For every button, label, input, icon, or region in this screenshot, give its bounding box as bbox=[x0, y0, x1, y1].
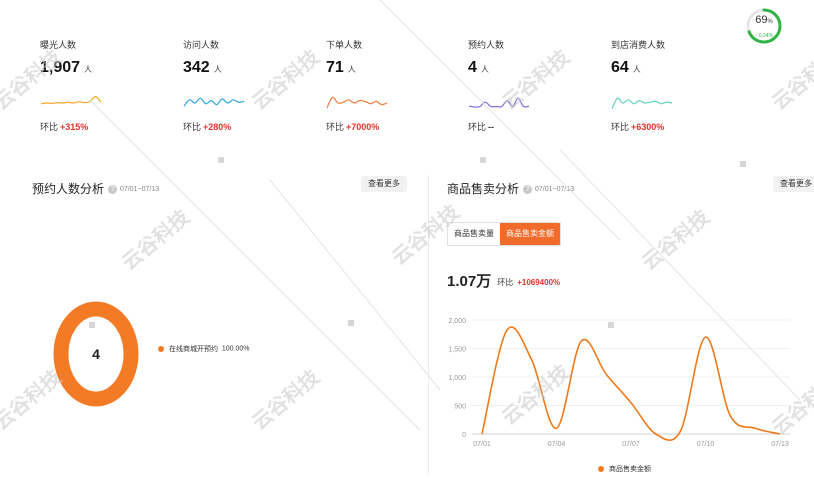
x-tick-label: 07/01 bbox=[473, 441, 491, 448]
legend-dot bbox=[598, 466, 604, 472]
booking-panel-title: 预约人数分析? 07/01~07/13 bbox=[32, 182, 160, 196]
y-tick-label: 500 bbox=[454, 404, 466, 411]
sparkline-path bbox=[611, 97, 673, 109]
sparkline-path bbox=[326, 96, 388, 109]
x-tick-label: 07/04 bbox=[548, 441, 566, 448]
booking-more-button[interactable]: 查看更多 bbox=[361, 176, 407, 192]
y-tick-label: 1,000 bbox=[448, 375, 466, 382]
sparkline bbox=[468, 97, 530, 108]
stat-card-bookings[interactable]: 预约人数 4人 环比 -- bbox=[468, 38, 588, 132]
y-tick-label: 0 bbox=[462, 432, 466, 439]
help-icon[interactable]: ? bbox=[108, 185, 118, 195]
sparkline bbox=[183, 97, 245, 107]
stat-label: 访问人数 bbox=[183, 40, 220, 50]
stat-label: 曝光人数 bbox=[40, 40, 77, 50]
stat-card-store-visits[interactable]: 到店消费人数 64 人 环比 +6300% bbox=[611, 38, 731, 132]
stat-card-exposure[interactable]: 曝光人数 1,907 人 环比 +315% bbox=[40, 38, 160, 132]
x-tick-label: 07/10 bbox=[697, 441, 715, 448]
sales-tabs: 商品售卖量 商品售卖金额 bbox=[447, 222, 561, 246]
y-tick-label: 1,500 bbox=[448, 347, 466, 354]
stat-value: 342 人 bbox=[183, 59, 222, 76]
sparkline-path bbox=[468, 97, 530, 108]
separator-dot bbox=[740, 161, 746, 167]
help-icon[interactable]: ? bbox=[523, 185, 533, 195]
stat-value: 4人 bbox=[468, 59, 489, 76]
separator-dot bbox=[480, 157, 486, 163]
stat-ratio: 环比 +280% bbox=[183, 122, 232, 132]
sparkline bbox=[326, 96, 388, 109]
sales-line-chart: 0 500 1,000 1,500 2,000 07/01 07/04 07/07 07/10 0… bbox=[448, 318, 790, 448]
watermark-text: 云谷科技 bbox=[117, 204, 194, 274]
booking-donut-chart: 4 bbox=[53, 301, 139, 407]
separator-dot bbox=[218, 157, 224, 163]
legend-dot bbox=[158, 346, 164, 352]
donut-legend: 在线商城开预约 100.00% bbox=[158, 344, 250, 354]
sparkline bbox=[40, 96, 102, 105]
donut-center-value: 4 bbox=[92, 346, 100, 362]
stats-row: 曝光人数 1,907 人 环比 +315% 访问人数 342 人 环比 +280% 下单… bbox=[0, 0, 814, 150]
watermark-line bbox=[269, 179, 441, 391]
sales-more-button[interactable]: 查看更多 bbox=[773, 176, 814, 192]
stat-value: 1,907 人 bbox=[40, 59, 93, 76]
series-line bbox=[481, 326, 781, 441]
watermark-text: 云谷科技 bbox=[247, 364, 324, 434]
completion-ring bbox=[746, 8, 782, 44]
sparkline bbox=[611, 97, 673, 109]
x-tick-label: 07/07 bbox=[622, 441, 640, 448]
stat-ratio: 环比 +6300% bbox=[611, 122, 665, 132]
stat-ratio: 环比 +7000% bbox=[326, 122, 380, 132]
sales-panel-title: 商品售卖分析? 07/01~07/13 bbox=[447, 182, 575, 196]
stat-card-orders[interactable]: 下单人数 71 人 环比 +7000% bbox=[326, 38, 446, 132]
stat-label: 预约人数 bbox=[468, 40, 505, 50]
stat-label: 到店消费人数 bbox=[611, 40, 666, 50]
sparkline-path bbox=[40, 96, 102, 105]
stat-ratio: 环比 +315% bbox=[40, 122, 89, 132]
stat-card-visits[interactable]: 访问人数 342 人 环比 +280% bbox=[183, 38, 303, 132]
sales-total: 1.07万 环比 +1069400% bbox=[447, 273, 561, 290]
tab-sales-amount[interactable]: 商品售卖金额 bbox=[500, 223, 560, 245]
stat-value: 71 人 bbox=[326, 59, 356, 76]
separator-dot bbox=[348, 320, 354, 326]
x-tick-label: 07/13 bbox=[771, 441, 789, 448]
tab-sales-quantity[interactable]: 商品售卖量 bbox=[448, 223, 500, 245]
completion-ring-change: ↑ 0.24% bbox=[754, 33, 774, 39]
booking-date-range: 07/01~07/13 bbox=[120, 186, 160, 194]
watermark-text: 云谷科技 bbox=[637, 204, 714, 274]
y-tick-label: 2,000 bbox=[448, 318, 466, 325]
completion-ring-value: 69% bbox=[755, 14, 773, 26]
sales-date-range: 07/01~07/13 bbox=[535, 186, 575, 194]
sparkline-path bbox=[183, 97, 245, 107]
stat-value: 64 人 bbox=[611, 59, 641, 76]
panel-divider bbox=[428, 175, 429, 475]
sales-chart-legend: 商品售卖金额 bbox=[598, 464, 651, 474]
stat-ratio: 环比 -- bbox=[468, 122, 495, 132]
stat-label: 下单人数 bbox=[326, 40, 363, 50]
